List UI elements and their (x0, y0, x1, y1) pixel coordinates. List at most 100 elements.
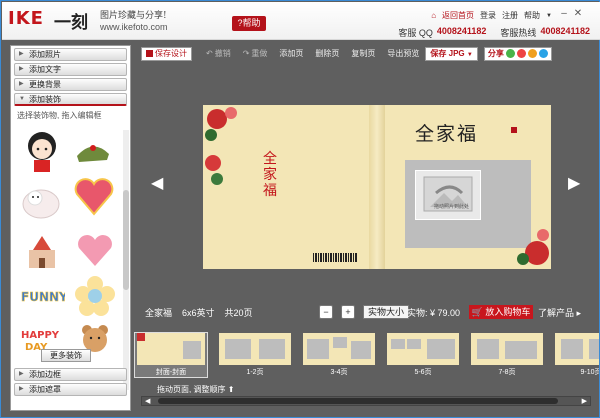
sticker-castle[interactable] (23, 232, 61, 272)
save-label: 保存设计 (155, 48, 187, 58)
minimize-icon[interactable]: – (558, 8, 570, 19)
bottom-sections: ▶ 添加边框 ▶ 添加遮罩 (11, 366, 130, 396)
copy-page-button[interactable]: 复制页 (351, 48, 375, 59)
thumb-label: 7-8页 (498, 369, 516, 376)
save-design-button[interactable]: 保存设计 (141, 46, 192, 61)
section-label: 添加装饰 (29, 95, 61, 104)
back-cover[interactable]: 全家福 (203, 105, 369, 269)
hotline-label: 客服热线 (500, 28, 537, 38)
vertical-title: 全家福 (263, 151, 277, 199)
triangle-down-icon: ▼ (19, 96, 25, 102)
photo-caption: 拖动照片到此处 (434, 204, 470, 210)
home-link[interactable]: 返回首页 (442, 10, 474, 21)
section-add-decoration[interactable]: ▼ 添加装饰 (14, 93, 127, 106)
section-change-background[interactable]: ▶ 更换背景 (14, 78, 127, 91)
zoom-out-icon[interactable]: − (319, 305, 333, 319)
thumb-photo (351, 341, 371, 359)
thumb-label: 1-2页 (246, 369, 264, 376)
thumb-page (303, 333, 375, 365)
login-link[interactable]: 登录 (480, 10, 496, 21)
add-page-button[interactable]: 添加页 (279, 48, 303, 59)
thumbnail-page[interactable]: 3-4页 (303, 333, 375, 377)
thumb-photo (505, 341, 537, 359)
sticker-heart-pink[interactable] (75, 232, 115, 270)
section-label: 更换背景 (29, 80, 61, 89)
scroll-left-icon[interactable]: ◀ (145, 397, 150, 405)
section-label: 添加遮罩 (29, 385, 61, 394)
thumb-photo (307, 339, 329, 359)
thumb-label: 9-10页 (580, 369, 599, 376)
thumb-photo (477, 339, 499, 359)
prev-page-icon[interactable]: ◀ (151, 173, 163, 193)
section-add-mask[interactable]: ▶ 添加遮罩 (14, 383, 127, 396)
help-button[interactable]: ?帮助 (232, 16, 266, 31)
triangle-right-icon: ▶ (19, 51, 24, 57)
sticker-sheep[interactable] (19, 182, 63, 222)
sticker-girl[interactable] (21, 130, 63, 176)
sticker-heart-red[interactable] (73, 176, 115, 218)
scroll-thumb[interactable] (158, 398, 558, 404)
save-jpg-button[interactable]: 保存 JPG ▼ (425, 46, 478, 61)
section-add-text[interactable]: ▶ 添加文字 (14, 63, 127, 76)
triangle-right-icon: ▶ (19, 386, 24, 392)
delete-page-button[interactable]: 删除页 (315, 48, 339, 59)
help-link[interactable]: 帮助 (524, 10, 540, 21)
book-spine (369, 105, 385, 269)
wechat-icon[interactable] (505, 49, 515, 58)
register-link[interactable]: 注册 (502, 10, 518, 21)
sticker-cap[interactable] (73, 136, 113, 166)
scroll-thumb[interactable] (123, 190, 129, 290)
redo-button[interactable]: ↷ 重做 (243, 48, 268, 59)
weibo-icon[interactable] (516, 49, 526, 58)
thumb-photo (183, 341, 201, 359)
qzone-icon[interactable] (527, 49, 537, 58)
thumb-page (387, 333, 459, 365)
more-decorations-button[interactable]: 更多装饰 (41, 349, 91, 362)
undo-icon: ↶ (206, 49, 213, 58)
triangle-right-icon: ▶ (19, 371, 24, 377)
export-preview-button[interactable]: 导出预览 (387, 48, 419, 59)
tencent-icon[interactable] (538, 49, 548, 58)
thumbnail-page[interactable]: 5-6页 (387, 333, 459, 377)
book-spread[interactable]: 全家福 全家福 拖动照片到此处 (203, 105, 551, 269)
save-jpg-label: 保存 JPG (430, 48, 465, 58)
front-cover[interactable]: 全家福 拖动照片到此处 (385, 105, 551, 269)
redo-icon: ↷ (242, 49, 250, 58)
scroll-right-icon[interactable]: ▶ (582, 397, 587, 405)
header: IKE 一刻 图片珍藏与分享! www.ikefoto.com ?帮助 ⌂ 返回… (2, 2, 600, 40)
svg-text:HAPPY: HAPPY (21, 330, 60, 341)
undo-button[interactable]: ↶ 撤销 (206, 48, 231, 59)
thumb-photo (427, 339, 455, 359)
thumb-label: 封面-封面 (155, 369, 187, 376)
peony-decoration (205, 107, 237, 141)
section-add-photo[interactable]: ▶ 添加照片 (14, 48, 127, 61)
sticker-flower[interactable] (75, 276, 115, 316)
qq-value: 4008241182 (436, 26, 487, 36)
flower-decoration (205, 155, 223, 185)
share-button[interactable]: 分享 (483, 46, 552, 61)
seal-stamp (511, 127, 517, 133)
sticker-scrollbar[interactable] (123, 130, 129, 390)
zoom-in-icon[interactable]: + (341, 305, 355, 319)
section-add-border[interactable]: ▶ 添加边框 (14, 368, 127, 381)
sticker-funny-text[interactable]: FUNNY (19, 286, 65, 306)
thumbnail-page[interactable]: 9-10页 (555, 333, 599, 377)
cart-icon: 🛒 (471, 307, 483, 317)
peony-decoration (517, 229, 549, 265)
learn-product-link[interactable]: 了解产品 ▸ (538, 306, 581, 319)
thumbnail-page[interactable]: 7-8页 (471, 333, 543, 377)
close-icon[interactable]: ✕ (572, 8, 584, 19)
thumb-photo (407, 339, 421, 349)
thumb-page (219, 333, 291, 365)
thumbnail-cover[interactable]: 封面-封面 (134, 332, 208, 378)
thumb-page (471, 333, 543, 365)
thumbnail-page[interactable]: 1-2页 (219, 333, 291, 377)
thumb-page (137, 333, 205, 365)
thumb-photo (589, 339, 599, 359)
next-page-icon[interactable]: ▶ (568, 173, 580, 193)
thumbnail-scrollbar[interactable]: ◀ ▶ (141, 396, 591, 406)
add-to-cart-button[interactable]: 🛒 放入购物车 (469, 305, 533, 319)
actual-size-button[interactable]: 实物大小 (363, 305, 410, 319)
top-links: ⌂ 返回首页 登录 注册 帮助 ▼ (431, 10, 552, 21)
barcode (313, 253, 357, 262)
